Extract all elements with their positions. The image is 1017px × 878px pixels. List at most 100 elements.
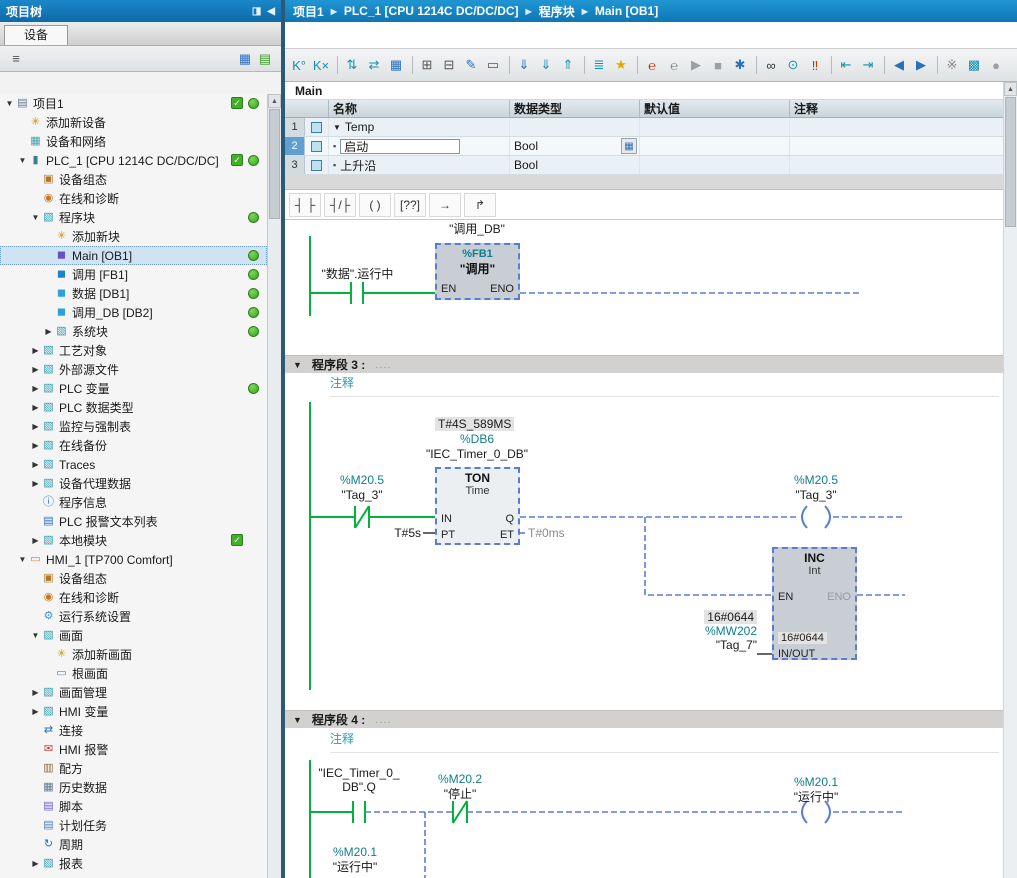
table-row[interactable]: 1 ▼ Temp xyxy=(285,118,1017,137)
tree-item[interactable]: ▼▭HMI_1 [TP700 Comfort] xyxy=(0,550,267,569)
network-comment-icon[interactable]: ✎ xyxy=(461,54,481,76)
tree-item[interactable]: ▶▧HMI 变量 xyxy=(0,702,267,721)
open-branch-icon[interactable]: → xyxy=(429,193,461,217)
default-cell[interactable] xyxy=(640,118,790,136)
tree-item[interactable]: ✉HMI 报警 xyxy=(0,740,267,759)
ton-timer-block[interactable]: TON Time IN Q PT ET xyxy=(435,467,520,545)
col-name-header[interactable]: 名称 xyxy=(329,100,510,117)
open-editors-icon[interactable]: ▤ xyxy=(255,49,275,69)
tree-item[interactable]: ⇄连接 xyxy=(0,721,267,740)
ladder-canvas[interactable]: "调用_DB" %FB1 "调用" EN ENO "数据".运行中 ▼ 程序段 … xyxy=(285,220,1003,878)
fb-call-block[interactable]: %FB1 "调用" EN ENO xyxy=(435,243,520,300)
expander-closed-icon[interactable]: ▶ xyxy=(30,365,41,374)
breadcrumb-item[interactable]: 程序块 xyxy=(539,3,575,20)
tree-item[interactable]: ◼Main [OB1] xyxy=(0,246,267,265)
tree-scrollbar-thumb[interactable] xyxy=(269,109,280,219)
tree-item[interactable]: ▶▧PLC 变量 xyxy=(0,379,267,398)
tree-item[interactable]: ▣设备组态 xyxy=(0,170,267,189)
var-name-input[interactable]: 启动 xyxy=(340,139,460,154)
previous-position-icon[interactable]: ◀ xyxy=(889,54,909,76)
go-online-icon[interactable]: ℮ xyxy=(642,54,662,76)
expander-closed-icon[interactable]: ▶ xyxy=(30,403,41,412)
coil-icon[interactable]: ( ) xyxy=(359,193,391,217)
tree-item[interactable]: ◼数据 [DB1] xyxy=(0,284,267,303)
tree-item[interactable]: ◉在线和诊断 xyxy=(0,189,267,208)
collapse-all-networks-icon[interactable]: ⊟ xyxy=(439,54,459,76)
no-contact-icon[interactable]: ┤ ├ xyxy=(289,193,321,217)
go-offline-icon[interactable]: ℮ xyxy=(664,54,684,76)
branch-contact-operand[interactable]: %M20.1 xyxy=(315,845,395,859)
tree-item[interactable]: ▶▧报表 xyxy=(0,854,267,873)
expander-closed-icon[interactable]: ▶ xyxy=(30,859,41,868)
tree-item[interactable]: ▼▤项目1✓ xyxy=(0,94,267,113)
close-branch-icon[interactable]: ↱ xyxy=(464,193,496,217)
col-default-header[interactable]: 默认值 xyxy=(640,100,790,117)
network-collapse-icon[interactable]: ▼ xyxy=(293,715,302,725)
expander-closed-icon[interactable]: ▶ xyxy=(30,460,41,469)
network-header[interactable]: ▼ 程序段 3 : .... xyxy=(285,355,1003,373)
expand-all-networks-icon[interactable]: ⊞ xyxy=(417,54,437,76)
tree-item[interactable]: ↻周期 xyxy=(0,835,267,854)
group-expander-icon[interactable]: ▼ xyxy=(333,123,341,132)
breadcrumb-item[interactable]: Main [OB1] xyxy=(595,4,658,18)
tree-item[interactable]: ▶▧画面管理 xyxy=(0,683,267,702)
contact-operand[interactable]: %M20.2 xyxy=(420,772,500,786)
tree-item[interactable]: ▶▧Traces xyxy=(0,455,267,474)
col-comment-header[interactable]: 注释 xyxy=(790,100,1017,117)
coil-operand[interactable]: %M20.1 xyxy=(776,775,856,789)
nc-contact-icon[interactable]: ┤/├ xyxy=(324,193,356,217)
favorites-icon[interactable]: ★ xyxy=(611,54,631,76)
expander-closed-icon[interactable]: ▶ xyxy=(30,479,41,488)
default-cell[interactable] xyxy=(640,137,790,155)
tree-item[interactable]: ▥配方 xyxy=(0,759,267,778)
tree-item[interactable]: ✳添加新块 xyxy=(0,227,267,246)
disconnect-icon[interactable]: ● xyxy=(986,54,1006,76)
contact-tag-name[interactable]: "Tag_3" xyxy=(322,488,402,502)
expander-closed-icon[interactable]: ▶ xyxy=(30,384,41,393)
upload-from-device-icon[interactable]: ⇑ xyxy=(558,54,578,76)
table-splitter[interactable] xyxy=(285,175,1017,190)
type-cell[interactable]: Bool xyxy=(510,156,640,174)
expander-open-icon[interactable]: ▼ xyxy=(30,213,41,222)
tree-item[interactable]: ✳添加新画面 xyxy=(0,645,267,664)
edit-table-icon[interactable]: ▦ xyxy=(386,54,406,76)
scroll-up-icon[interactable]: ▲ xyxy=(268,94,281,108)
tree-scrollbar[interactable]: ▲ xyxy=(267,94,281,878)
tree-item[interactable]: ▭根画面 xyxy=(0,664,267,683)
tree-item[interactable]: ✳添加新设备 xyxy=(0,113,267,132)
expander-closed-icon[interactable]: ▶ xyxy=(30,707,41,716)
breadcrumb-item[interactable]: PLC_1 [CPU 1214C DC/DC/DC] xyxy=(344,4,519,18)
expander-open-icon[interactable]: ▼ xyxy=(30,631,41,640)
default-cell[interactable] xyxy=(640,156,790,174)
contact-operand[interactable]: %M20.5 xyxy=(322,473,402,487)
start-cpu-icon[interactable]: ▶ xyxy=(686,54,706,76)
tree-item[interactable]: ▼▧程序块 xyxy=(0,208,267,227)
expander-open-icon[interactable]: ▼ xyxy=(17,555,28,564)
details-view-icon[interactable]: ▦ xyxy=(235,49,255,69)
tree-item[interactable]: ▶▧监控与强制表 xyxy=(0,417,267,436)
scroll-up-icon[interactable]: ▲ xyxy=(1004,82,1017,96)
tree-item[interactable]: ▶▧PLC 数据类型 xyxy=(0,398,267,417)
pin-panel-icon[interactable]: ◨ xyxy=(252,6,261,17)
contact-operand-label[interactable]: "数据".运行中 xyxy=(290,267,425,281)
network-comment[interactable]: 注释 xyxy=(330,732,354,746)
name-cell[interactable]: ▼ Temp xyxy=(329,118,510,136)
tree-item[interactable]: ▤脚本 xyxy=(0,797,267,816)
editor-scrollbar-thumb[interactable] xyxy=(1005,97,1016,227)
coil-tag-name[interactable]: "Tag_3" xyxy=(776,488,856,502)
network-header[interactable]: ▼ 程序段 4 : .... xyxy=(285,710,1003,728)
coil-tag-name[interactable]: "运行中" xyxy=(776,790,856,804)
expander-closed-icon[interactable]: ▶ xyxy=(30,422,41,431)
force-values-icon[interactable]: ‼ xyxy=(805,54,825,76)
type-cell[interactable]: Bool ▦ xyxy=(510,137,640,155)
load-snapshot-icon[interactable]: ⇓ xyxy=(536,54,556,76)
rewire-operands-icon[interactable]: ⇄ xyxy=(364,54,384,76)
breadcrumb-item[interactable]: 项目1 xyxy=(293,3,324,20)
expander-closed-icon[interactable]: ▶ xyxy=(30,441,41,450)
contact-tag-name-line2[interactable]: DB".Q xyxy=(312,780,406,794)
renumber-networks-icon[interactable]: ⇅ xyxy=(342,54,362,76)
timer-db-name[interactable]: "IEC_Timer_0_DB" xyxy=(407,447,547,461)
expander-closed-icon[interactable]: ▶ xyxy=(30,346,41,355)
expander-open-icon[interactable]: ▼ xyxy=(4,99,15,108)
tree-item[interactable]: ▦设备和网络 xyxy=(0,132,267,151)
